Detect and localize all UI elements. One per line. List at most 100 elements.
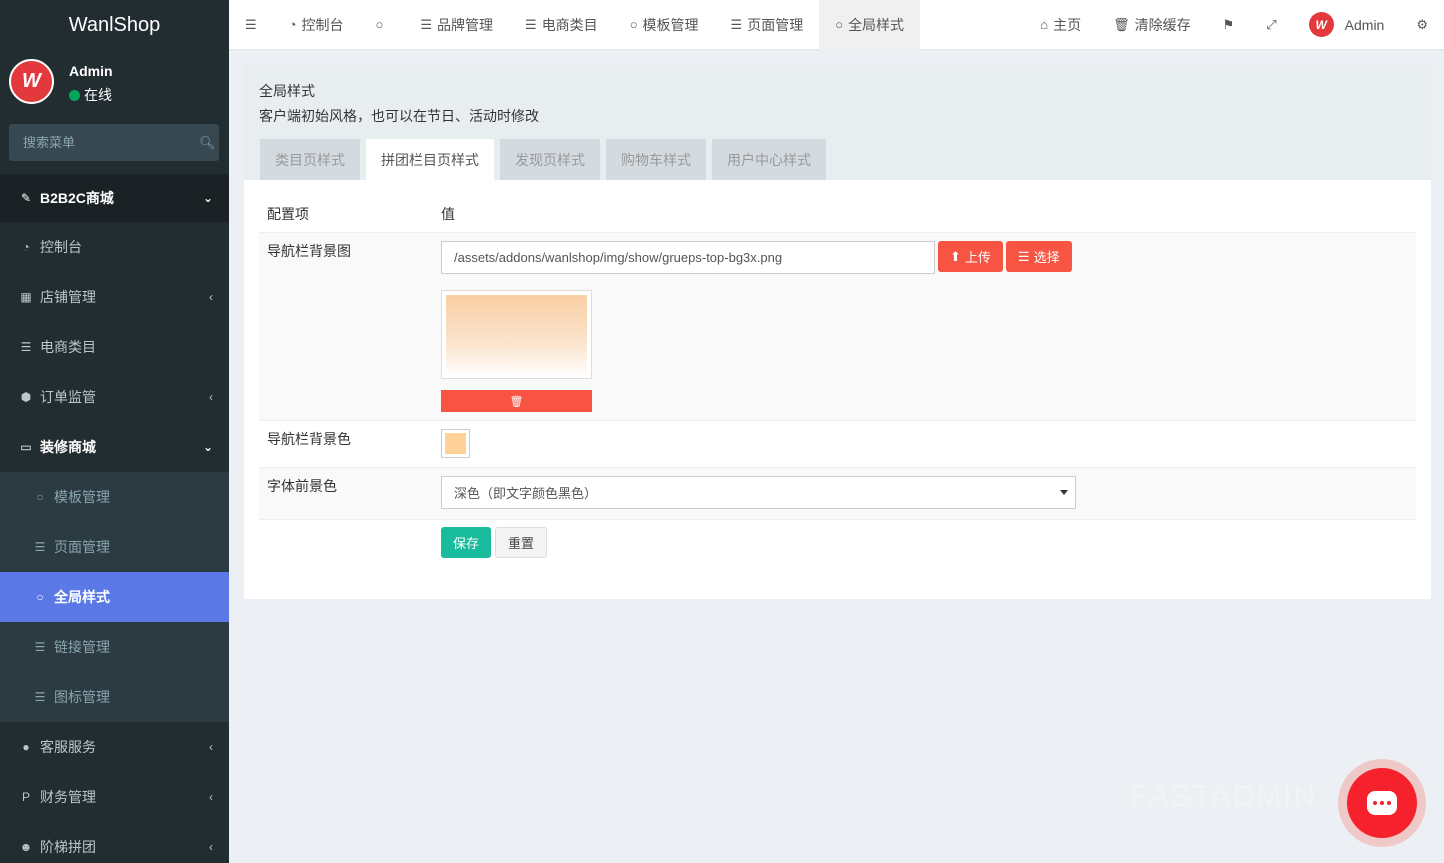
sidebar-item-template[interactable]: ○ 模板管理 bbox=[0, 472, 229, 522]
sidebar-item-dashboard[interactable]: ◔ 控制台 bbox=[0, 222, 229, 272]
preview-image bbox=[446, 295, 587, 374]
dashboard-icon: ◔ bbox=[288, 17, 297, 32]
sidebar-item-label: 财务管理 bbox=[40, 789, 96, 805]
color-picker[interactable] bbox=[441, 429, 470, 458]
tab-brand[interactable]: ☰ 品牌管理 bbox=[404, 0, 509, 50]
sidebar-item-label: 链接管理 bbox=[54, 639, 110, 655]
tab-group-style[interactable]: 拼团栏目页样式 bbox=[366, 139, 494, 180]
comments-icon: ● bbox=[22, 740, 30, 754]
config-table: 配置项 值 导航栏背景图 /assets/addons/wanlshop/img… bbox=[244, 180, 1431, 558]
fullscreen-button[interactable]: ⤢ bbox=[1250, 0, 1292, 50]
caret-down-icon bbox=[1060, 490, 1068, 495]
tab-cart-style[interactable]: 购物车样式 bbox=[606, 139, 706, 180]
home-link[interactable]: ⌂ 主页 bbox=[1024, 0, 1097, 50]
sidebar-item-global-style[interactable]: ○ 全局样式 bbox=[0, 572, 229, 622]
menu-search: 🔍︎ bbox=[9, 124, 219, 161]
col-val-header: 值 bbox=[441, 205, 455, 222]
sidebar: WanlShop W Admin 在线 🔍︎ ✎ B2B2C商城 ⌄ ◔ 控制台… bbox=[0, 0, 229, 863]
tab-label: 电商类目 bbox=[541, 16, 598, 33]
color-swatch bbox=[445, 433, 466, 454]
chevron-down-icon: ⌄ bbox=[202, 191, 213, 205]
bg-image-path-input[interactable]: /assets/addons/wanlshop/img/show/grueps-… bbox=[441, 241, 935, 274]
sidebar-item-label: 控制台 bbox=[40, 239, 82, 255]
tab-user-center-style[interactable]: 用户中心样式 bbox=[712, 139, 826, 180]
upload-label: 上传 bbox=[964, 250, 991, 265]
tab-category[interactable]: ☰ 电商类目 bbox=[509, 0, 614, 50]
save-button[interactable]: 保存 bbox=[441, 527, 492, 558]
sidebar-item-finance[interactable]: P 财务管理 ‹ bbox=[0, 772, 229, 822]
chevron-left-icon: ‹ bbox=[209, 390, 213, 404]
font-color-select[interactable]: 深色（即文字颜色黑色） bbox=[441, 476, 1076, 509]
style-tabs: 类目页样式 拼团栏目页样式 发现页样式 购物车样式 用户中心样式 bbox=[260, 139, 826, 180]
chevron-left-icon: ‹ bbox=[209, 840, 213, 854]
select-value: 深色（即文字颜色黑色） bbox=[454, 486, 598, 501]
upload-button[interactable]: ⬆ 上传 bbox=[938, 241, 1003, 272]
tab-global-style[interactable]: ○ 全局样式 bbox=[819, 0, 921, 50]
font-color-label: 字体前景色 bbox=[267, 478, 337, 494]
sidebar-item-service[interactable]: ● 客服服务 ‹ bbox=[0, 722, 229, 772]
select-label: 选择 bbox=[1033, 250, 1060, 265]
bg-image-cell: /assets/addons/wanlshop/img/show/grueps-… bbox=[441, 233, 1416, 420]
gears-icon: ⚙ bbox=[1416, 16, 1428, 32]
chat-button[interactable] bbox=[1338, 759, 1426, 847]
table-row: 字体前景色 深色（即文字颜色黑色） bbox=[259, 467, 1416, 519]
tab-template[interactable]: ○ 模板管理 bbox=[614, 0, 715, 50]
user-status: 在线 bbox=[69, 85, 112, 105]
tab-label: 全局样式 bbox=[848, 16, 905, 33]
sidebar-item-b2b2c[interactable]: ✎ B2B2C商城 ⌄ bbox=[0, 174, 229, 222]
app-logo[interactable]: WanlShop bbox=[0, 0, 229, 50]
select-button[interactable]: ☰ 选择 bbox=[1005, 241, 1072, 272]
sidebar-item-category[interactable]: ☰ 电商类目 bbox=[0, 322, 229, 372]
home-label: 主页 bbox=[1053, 16, 1082, 33]
user-panel: W Admin 在线 bbox=[0, 50, 229, 118]
submenu: ○ 模板管理 ☰ 页面管理 ○ 全局样式 ☰ 链接管理 ☰ 图标管理 bbox=[0, 472, 229, 722]
tab-label: 品牌管理 bbox=[437, 16, 494, 33]
sidebar-item-decorate[interactable]: ▭ 装修商城 ⌄ bbox=[0, 422, 229, 472]
list-icon: ☰ bbox=[34, 540, 46, 554]
actions-row: 保存 重置 bbox=[259, 519, 1416, 558]
reset-button[interactable]: 重置 bbox=[495, 527, 548, 558]
user-menu[interactable]: W Admin bbox=[1293, 0, 1401, 50]
list-icon: ☰ bbox=[420, 16, 433, 32]
search-icon[interactable]: 🔍︎ bbox=[199, 135, 216, 151]
chevron-down-icon: ⌄ bbox=[202, 440, 213, 454]
list-icon: ☰ bbox=[34, 640, 46, 654]
bg-color-cell bbox=[441, 421, 1416, 467]
sidebar-item-group-buy[interactable]: ☻ 阶梯拼团 ‹ bbox=[0, 822, 229, 863]
language-button[interactable]: ⚑ bbox=[1207, 0, 1251, 50]
top-navbar: ☰ ◔ 控制台 ○ ☰ 品牌管理 ☰ 电商类目 ○ 模板管理 ☰ 页面管理 ○ 全局样式 ⌂… bbox=[229, 0, 1444, 50]
tab-pages[interactable]: ☰ 页面管理 bbox=[715, 0, 820, 50]
tab-dashboard[interactable]: ◔ 控制台 bbox=[273, 0, 360, 50]
settings-button[interactable]: ⚙ bbox=[1400, 0, 1444, 50]
sidebar-item-store[interactable]: ▦ 店铺管理 ‹ bbox=[0, 272, 229, 322]
sidebar-toggle[interactable]: ☰ bbox=[229, 0, 273, 50]
delete-image-button[interactable]: 🗑︎ bbox=[441, 390, 592, 412]
sidebar-item-label: B2B2C商城 bbox=[40, 190, 114, 206]
panel-heading: 全局样式 客户端初始风格，也可以在节日、活动时修改 类目页样式 拼团栏目页样式 … bbox=[244, 65, 1431, 180]
tab-category-style[interactable]: 类目页样式 bbox=[260, 139, 360, 180]
sidebar-item-links[interactable]: ☰ 链接管理 bbox=[0, 622, 229, 672]
status-text: 在线 bbox=[84, 87, 112, 103]
tab-blank[interactable]: ○ bbox=[360, 0, 405, 50]
sidebar-item-orders[interactable]: ⬢ 订单监管 ‹ bbox=[0, 372, 229, 422]
menu-search-input[interactable] bbox=[23, 135, 199, 150]
paypal-icon: P bbox=[21, 790, 30, 804]
tab-discover-style[interactable]: 发现页样式 bbox=[500, 139, 600, 180]
store-icon: ▦ bbox=[20, 290, 32, 304]
sidebar-item-label: 模板管理 bbox=[54, 489, 110, 505]
circle-icon: ○ bbox=[36, 590, 44, 604]
sidebar-item-icons[interactable]: ☰ 图标管理 bbox=[0, 672, 229, 722]
menu-icon: ☰ bbox=[245, 16, 257, 32]
list-icon: ☰ bbox=[34, 690, 46, 704]
users-icon: ☻ bbox=[19, 840, 33, 854]
desktop-icon: ▭ bbox=[20, 440, 32, 454]
clear-cache-button[interactable]: 🗑︎ 清除缓存 bbox=[1097, 0, 1207, 50]
magic-icon: ✎ bbox=[20, 191, 32, 205]
online-dot-icon bbox=[69, 89, 80, 101]
sidebar-item-pages[interactable]: ☰ 页面管理 bbox=[0, 522, 229, 572]
dashboard-icon: ◔ bbox=[22, 240, 30, 254]
bg-image-preview bbox=[441, 290, 592, 379]
sidebar-item-label: 订单监管 bbox=[40, 389, 96, 405]
chat-icon bbox=[1367, 791, 1397, 815]
bg-color-label: 导航栏背景色 bbox=[267, 431, 351, 447]
